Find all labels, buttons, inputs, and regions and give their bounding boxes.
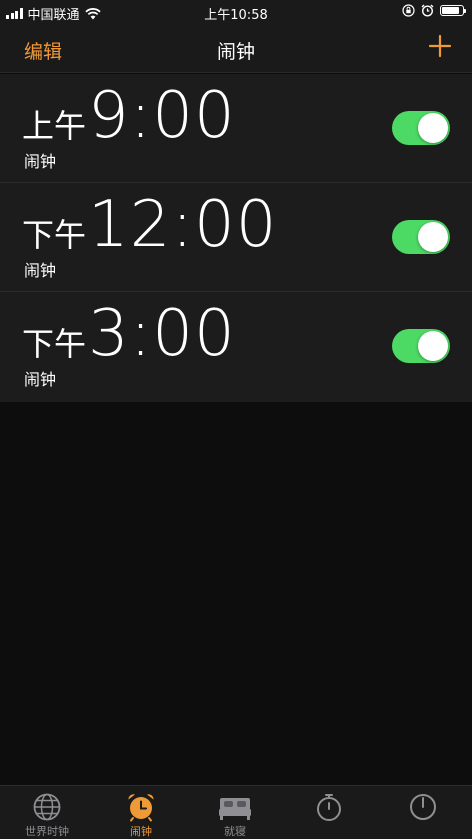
toggle-knob bbox=[418, 222, 448, 252]
alarm-toggle[interactable] bbox=[392, 329, 450, 363]
tab-bedtime[interactable]: 就寝 bbox=[188, 790, 282, 839]
tab-world-clock[interactable]: 世界时钟 bbox=[0, 790, 94, 839]
tab-timer[interactable] bbox=[376, 790, 470, 839]
alarm-row[interactable]: 下午 12:00 闹钟 bbox=[0, 183, 472, 292]
alarm-time: 下午 12:00 bbox=[22, 193, 277, 257]
navigation-bar: 编辑 闹钟 bbox=[0, 24, 472, 73]
alarm-clock-icon bbox=[128, 794, 154, 822]
alarm-list: 上午 9:00 闹钟 下午 12:00 闹钟 下午 3:00 闹钟 bbox=[0, 74, 472, 402]
alarm-clock-time: 3:00 bbox=[88, 297, 236, 371]
alarm-time: 下午 3:00 bbox=[22, 302, 236, 366]
alarm-period: 上午 bbox=[22, 107, 87, 145]
orientation-lock-icon bbox=[402, 4, 415, 17]
alarm-label: 闹钟 bbox=[24, 370, 57, 389]
alarm-time: 上午 9:00 bbox=[22, 84, 236, 148]
toggle-knob bbox=[418, 113, 448, 143]
plus-icon bbox=[428, 34, 452, 58]
tab-stopwatch[interactable] bbox=[282, 790, 376, 839]
clock-app-screen: 中国联通 上午10:58 编辑 闹钟 上午 9:00 闹钟 下午 12:00 闹… bbox=[0, 0, 472, 839]
timer-icon bbox=[410, 794, 436, 820]
battery-icon bbox=[440, 5, 466, 16]
alarm-status-icon bbox=[421, 4, 434, 17]
alarm-period: 下午 bbox=[22, 325, 87, 363]
tab-label: 就寝 bbox=[224, 825, 246, 838]
tab-bar: 世界时钟 闹钟 就寝 bbox=[0, 785, 472, 839]
alarm-label: 闹钟 bbox=[24, 152, 57, 171]
alarm-period: 下午 bbox=[22, 216, 87, 254]
alarm-row[interactable]: 上午 9:00 闹钟 bbox=[0, 74, 472, 183]
status-bar: 中国联通 上午10:58 bbox=[0, 0, 472, 24]
tab-alarm[interactable]: 闹钟 bbox=[94, 790, 188, 839]
status-right bbox=[402, 4, 466, 17]
stopwatch-icon bbox=[317, 794, 341, 821]
alarm-row[interactable]: 下午 3:00 闹钟 bbox=[0, 292, 472, 402]
bed-icon bbox=[219, 798, 251, 820]
alarm-label: 闹钟 bbox=[24, 261, 57, 280]
globe-icon bbox=[33, 793, 61, 821]
tab-label: 世界时钟 bbox=[25, 825, 69, 838]
edit-button[interactable]: 编辑 bbox=[24, 37, 62, 64]
toggle-knob bbox=[418, 331, 448, 361]
alarm-toggle[interactable] bbox=[392, 220, 450, 254]
tab-label: 闹钟 bbox=[130, 825, 152, 838]
alarm-toggle[interactable] bbox=[392, 111, 450, 145]
alarm-clock-time: 12:00 bbox=[88, 188, 278, 262]
page-title: 闹钟 bbox=[216, 41, 255, 63]
add-alarm-button[interactable] bbox=[426, 32, 454, 60]
alarm-clock-time: 9:00 bbox=[88, 79, 236, 153]
